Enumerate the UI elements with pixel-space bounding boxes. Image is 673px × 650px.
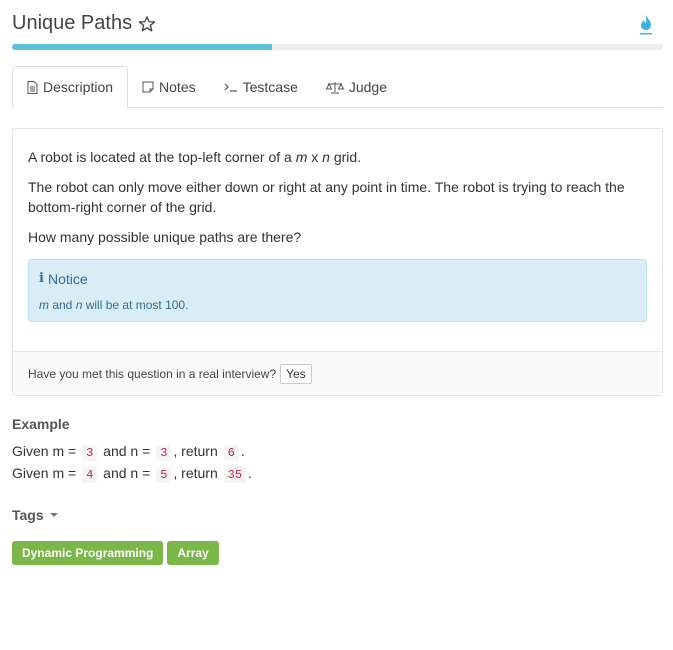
header: Unique Paths	[12, 12, 663, 42]
tag-list: Dynamic Programming Array	[12, 541, 663, 565]
example-section: Example Given m = 3 and n = 3, return 6.…	[12, 416, 663, 485]
p1-n: n	[322, 149, 330, 165]
progress-bar	[12, 44, 663, 50]
problem-title: Unique Paths	[12, 12, 156, 35]
tag-dynamic-programming[interactable]: Dynamic Programming	[12, 541, 164, 565]
example-line-1: Given m = 3 and n = 3, return 6.	[12, 441, 663, 463]
ex2-and-n: and n =	[99, 465, 155, 481]
ex2-return: , return	[173, 465, 222, 481]
p1-after: grid.	[329, 149, 362, 165]
progress-fill	[12, 44, 273, 50]
description-paragraph-1: A robot is located at the top-left corne…	[28, 147, 647, 167]
ex2-result: 35	[223, 467, 247, 483]
tab-testcase-label: Testcase	[242, 79, 298, 95]
ex1-end: .	[240, 443, 245, 459]
ex2-m-value: 4	[82, 467, 98, 483]
example-line-2: Given m = 4 and n = 5, return 35.	[12, 463, 663, 485]
notice-title: i Notice	[39, 269, 636, 289]
ex1-m-value: 3	[82, 445, 98, 461]
interview-question-footer: Have you met this question in a real int…	[13, 351, 662, 395]
ex1-return: , return	[173, 443, 222, 459]
ex2-n-value: 5	[156, 467, 172, 483]
p1-x: x	[307, 149, 323, 165]
tab-notes[interactable]: Notes	[128, 66, 210, 108]
ex1-and-n: and n =	[99, 443, 155, 459]
tags-label: Tags	[12, 507, 44, 523]
tab-testcase[interactable]: Testcase	[210, 66, 312, 108]
notice-title-text: Notice	[47, 271, 88, 287]
tag-array[interactable]: Array	[167, 541, 219, 565]
ex2-end: .	[248, 465, 252, 481]
description-body: A robot is located at the top-left corne…	[13, 129, 662, 322]
star-outline-icon[interactable]	[138, 15, 156, 33]
tab-bar: Description Notes Testcase Judge	[12, 66, 663, 108]
p1-before: A robot is located at the top-left corne…	[28, 149, 296, 165]
tags-toggle[interactable]: Tags	[12, 507, 663, 523]
scale-icon	[325, 81, 344, 94]
ex2-given-m: Given m =	[12, 465, 81, 481]
p1-m: m	[295, 149, 308, 165]
tab-notes-label: Notes	[159, 79, 196, 95]
flame-icon[interactable]	[639, 14, 653, 36]
tags-section: Tags Dynamic Programming Array	[12, 507, 663, 565]
notice-text: m and n will be at most 100.	[39, 295, 636, 315]
description-paragraph-2: The robot can only move either down or r…	[28, 179, 625, 215]
yes-button[interactable]: Yes	[280, 363, 312, 384]
document-icon	[27, 80, 38, 94]
notice-rest: will be at most 100.	[82, 298, 189, 312]
example-heading: Example	[12, 416, 70, 432]
info-icon: i	[39, 271, 44, 286]
ex1-n-value: 3	[156, 445, 172, 461]
ex1-result: 6	[223, 445, 239, 461]
notice-box: i Notice m and n will be at most 100.	[28, 259, 647, 322]
tab-judge-label: Judge	[348, 79, 388, 95]
interview-question-text: Have you met this question in a real int…	[28, 366, 277, 381]
terminal-icon	[224, 82, 238, 92]
caret-down-icon	[49, 513, 58, 517]
problem-title-text: Unique Paths	[12, 12, 133, 34]
tab-judge[interactable]: Judge	[312, 66, 401, 108]
notice-m: m	[39, 298, 49, 312]
notice-and: and	[49, 298, 76, 312]
tab-description[interactable]: Description	[12, 66, 129, 108]
tab-description-label: Description	[43, 79, 114, 95]
ex1-given-m: Given m =	[12, 443, 81, 459]
description-paragraph-3: How many possible unique paths are there…	[28, 229, 302, 245]
description-panel: A robot is located at the top-left corne…	[12, 128, 663, 396]
note-icon	[142, 81, 154, 93]
